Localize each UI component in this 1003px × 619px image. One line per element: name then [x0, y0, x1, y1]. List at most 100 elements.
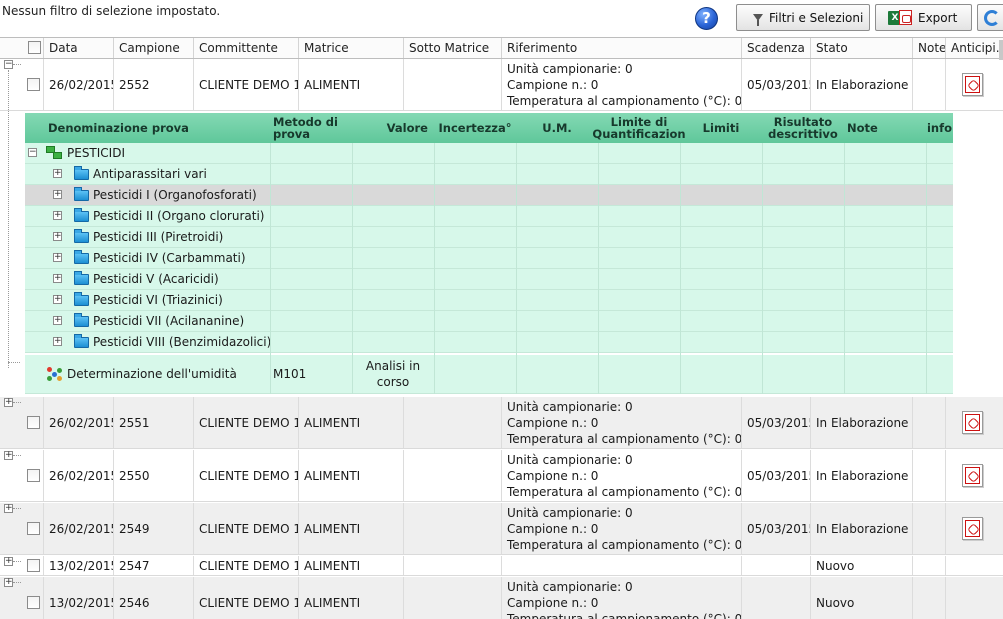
- collapse-toggle[interactable]: −: [4, 60, 13, 69]
- cell-sotto-matrice: [403, 503, 502, 554]
- expand-toggle[interactable]: +: [53, 232, 62, 241]
- pdf-report-icon[interactable]: [962, 517, 983, 540]
- expand-toggle[interactable]: +: [53, 211, 62, 220]
- group-collapse-toggle[interactable]: −: [28, 148, 37, 157]
- cell-sotto-matrice: [403, 577, 502, 619]
- cell-riferimento: Unità campionarie: 0 Campione n.: 0 Temper…: [501, 577, 742, 619]
- detail-col-note[interactable]: Note: [844, 113, 926, 143]
- expand-toggle[interactable]: +: [4, 504, 13, 513]
- cell-sotto-matrice: [403, 450, 502, 501]
- refresh-button[interactable]: [977, 4, 1003, 31]
- cell-riferimento: [501, 556, 742, 575]
- detail-col-info[interactable]: info: [926, 113, 953, 143]
- cell-stato: Nuovo: [810, 577, 913, 619]
- filters-button[interactable]: Filtri e Selezioni: [736, 4, 870, 31]
- row-checkbox[interactable]: [27, 416, 40, 429]
- expand-toggle[interactable]: +: [53, 316, 62, 325]
- expand-toggle[interactable]: +: [4, 398, 13, 407]
- folder-row[interactable]: + Pesticidi II (Organo clorurati): [25, 206, 953, 227]
- table-row[interactable]: +13/02/2015 2546 CLIENTE DEMO 1 ALIMENTI Uni…: [0, 577, 1003, 619]
- row-checkbox[interactable]: [27, 469, 40, 482]
- folder-row[interactable]: + Pesticidi I (Organofosforati): [25, 185, 953, 206]
- column-header-committente[interactable]: Committente: [193, 38, 299, 58]
- column-header-anticipi[interactable]: Anticipi...: [945, 38, 999, 58]
- folder-row[interactable]: + Antiparassitari vari: [25, 164, 953, 185]
- expand-toggle[interactable]: +: [53, 253, 62, 262]
- folder-row[interactable]: + Pesticidi VI (Triazinici): [25, 290, 953, 311]
- folder-label: Antiparassitari vari: [93, 167, 207, 181]
- column-header-stato[interactable]: Stato: [810, 38, 913, 58]
- detail-col-limite-quantificazione[interactable]: Limite di Quantificazion: [592, 113, 685, 143]
- table-row[interactable]: − 26/02/2015 2552 CLIENTE DEMO 1 ALIMENT…: [0, 59, 1003, 111]
- detail-col-metodo[interactable]: Metodo di prova: [270, 113, 352, 143]
- detail-col-limiti[interactable]: Limiti: [680, 113, 762, 143]
- export-button[interactable]: X Export: [875, 4, 972, 31]
- folder-row[interactable]: + Pesticidi VIII (Benzimidazolici): [25, 332, 953, 353]
- column-header-note[interactable]: Note: [912, 38, 946, 58]
- folder-label: Pesticidi II (Organo clorurati): [93, 209, 265, 223]
- table-row[interactable]: +26/02/2015 2550 CLIENTE DEMO 1 ALIMENTI Uni…: [0, 450, 1003, 502]
- pdf-report-icon[interactable]: [962, 73, 983, 96]
- column-divider: [680, 143, 681, 394]
- cell-stato: In Elaborazione: [810, 397, 913, 448]
- detail-col-denominazione[interactable]: Denominazione prova: [25, 113, 270, 143]
- expand-toggle[interactable]: +: [4, 578, 13, 587]
- test-valore-line: corso: [376, 375, 410, 389]
- table-row[interactable]: +26/02/2015 2551 CLIENTE DEMO 1 ALIMENTI Uni…: [0, 397, 1003, 449]
- cell-scadenza: 05/03/2015: [741, 397, 811, 448]
- column-header-scadenza[interactable]: Scadenza: [741, 38, 811, 58]
- cell-campione: 2549: [113, 503, 194, 554]
- detail-test-row[interactable]: Determinazione dell'umidità M101 Analisi…: [25, 355, 953, 394]
- detail-col-valore[interactable]: Valore: [352, 113, 434, 143]
- table-row[interactable]: +13/02/2015 2547 CLIENTE DEMO 1 ALIMENTI Nuo…: [0, 556, 1003, 576]
- riferimento-line: Campione n.: 0: [507, 77, 599, 92]
- detail-col-incertezza[interactable]: Incertezza°: [434, 113, 516, 143]
- filter-status-text: Nessun filtro di selezione impostato.: [2, 4, 221, 18]
- folder-row[interactable]: + Pesticidi III (Piretroidi): [25, 227, 953, 248]
- cell-stato: In Elaborazione: [810, 450, 913, 501]
- scrollbar[interactable]: [999, 40, 1003, 60]
- row-checkbox[interactable]: [27, 596, 40, 609]
- tree-connector: [8, 70, 9, 368]
- detail-col-um[interactable]: U.M.: [516, 113, 598, 143]
- folder-row[interactable]: + Pesticidi V (Acaricidi): [25, 269, 953, 290]
- cell-matrice: ALIMENTI: [298, 59, 404, 110]
- folder-row[interactable]: + Pesticidi IV (Carbammati): [25, 248, 953, 269]
- riferimento-line: Campione n.: 0: [507, 415, 599, 430]
- column-header-matrice[interactable]: Matrice: [298, 38, 404, 58]
- expand-toggle[interactable]: +: [53, 274, 62, 283]
- column-divider: [434, 143, 435, 394]
- expand-toggle[interactable]: +: [53, 337, 62, 346]
- select-all-checkbox[interactable]: [28, 41, 41, 54]
- table-row[interactable]: +26/02/2015 2549 CLIENTE DEMO 1 ALIMENTI Uni…: [0, 503, 1003, 555]
- column-header-riferimento[interactable]: Riferimento: [501, 38, 742, 58]
- riferimento-line: Unità campionarie: 0: [507, 579, 633, 594]
- folder-label: Pesticidi VII (Acilananine): [93, 314, 245, 328]
- folder-row[interactable]: + Pesticidi VII (Acilananine): [25, 311, 953, 332]
- expand-toggle[interactable]: +: [4, 557, 13, 566]
- detail-group-row[interactable]: − PESTICIDI: [25, 143, 953, 164]
- cell-scadenza: [741, 577, 811, 619]
- cell-sotto-matrice: [403, 397, 502, 448]
- riferimento-line: Unità campionarie: 0: [507, 505, 633, 520]
- column-header-data[interactable]: Data: [43, 38, 114, 58]
- pdf-report-icon[interactable]: [962, 464, 983, 487]
- row-checkbox[interactable]: [27, 559, 40, 572]
- column-header-campione[interactable]: Campione: [113, 38, 194, 58]
- folder-icon: [74, 292, 89, 306]
- column-divider: [762, 143, 763, 394]
- expand-toggle[interactable]: +: [4, 451, 13, 460]
- column-header-sotto-matrice[interactable]: Sotto Matrice: [403, 38, 502, 58]
- detail-col-risultato[interactable]: Risultato descrittivo: [762, 113, 844, 143]
- expand-toggle[interactable]: +: [53, 169, 62, 178]
- row-checkbox[interactable]: [27, 78, 40, 91]
- expand-toggle[interactable]: +: [53, 295, 62, 304]
- expand-toggle[interactable]: +: [53, 190, 62, 199]
- tree-connector: [13, 402, 21, 403]
- folder-icon: [74, 313, 89, 327]
- row-checkbox[interactable]: [27, 522, 40, 535]
- help-button[interactable]: ?: [695, 7, 718, 30]
- detail-grid: Denominazione prova Metodo di prova Valo…: [25, 113, 953, 395]
- pdf-report-icon[interactable]: [962, 411, 983, 434]
- riferimento-line: Campione n.: 0: [507, 595, 599, 610]
